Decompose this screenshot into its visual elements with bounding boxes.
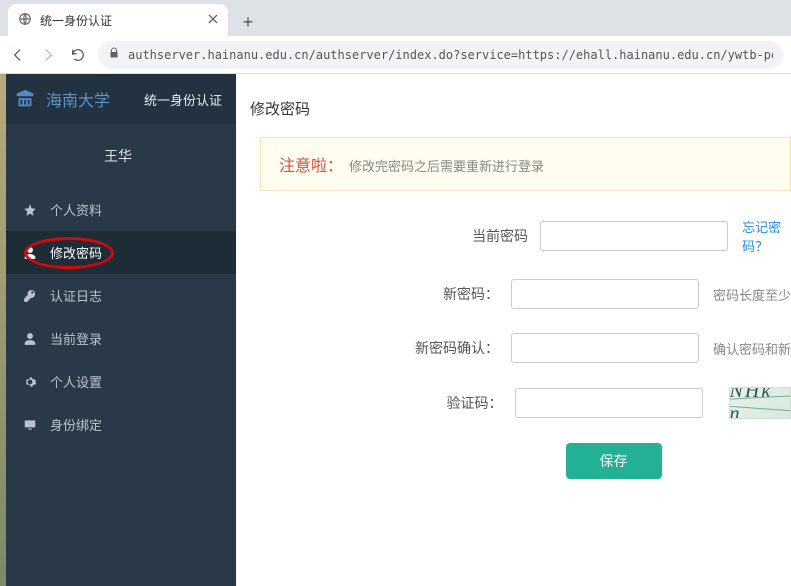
save-button[interactable]: 保存 xyxy=(566,443,662,479)
university-name: 海南大学 xyxy=(46,87,110,111)
monitor-icon xyxy=(22,417,38,433)
sidebar-menu: 个人资料 修改密码 认证日志 当前登录 个人设置 xyxy=(0,188,236,446)
sidebar-item-label: 身份绑定 xyxy=(50,415,102,434)
captcha-image[interactable]: NHk n xyxy=(729,387,791,419)
decorative-strip xyxy=(0,74,6,586)
notice-body: 修改完密码之后需要重新进行登录 xyxy=(349,156,544,175)
label-confirm-password: 新密码确认： xyxy=(236,338,511,358)
brand-bar: 海南大学 统一身份认证 xyxy=(0,74,236,124)
system-name: 统一身份认证 xyxy=(144,90,222,109)
sidebar-item-label: 当前登录 xyxy=(50,329,102,348)
url-input[interactable] xyxy=(128,48,773,62)
sidebar-item-label: 个人资料 xyxy=(50,200,102,219)
captcha-input[interactable] xyxy=(515,388,703,418)
label-current-password: 当前密码 xyxy=(236,226,540,246)
label-captcha: 验证码： xyxy=(236,393,515,413)
sidebar-item-profile[interactable]: 个人资料 xyxy=(0,188,236,231)
key-icon xyxy=(22,288,38,304)
new-password-input[interactable] xyxy=(511,279,699,309)
globe-icon xyxy=(18,12,32,29)
browser-tab-bar: 统一身份认证 + xyxy=(0,0,791,36)
sidebar-item-binding[interactable]: 身份绑定 xyxy=(0,403,236,446)
sidebar: 海南大学 统一身份认证 王华 个人资料 修改密码 认证日志 xyxy=(0,74,236,586)
current-password-input[interactable] xyxy=(540,221,728,251)
notice-box: 注意啦： 修改完密码之后需要重新进行登录 xyxy=(260,137,791,191)
browser-nav-bar xyxy=(0,36,791,74)
confirm-password-hint: 确认密码和新 xyxy=(713,339,791,358)
university-logo-icon xyxy=(14,88,36,110)
current-user-name: 王华 xyxy=(0,124,236,188)
sidebar-item-settings[interactable]: 个人设置 xyxy=(0,360,236,403)
user-solid-icon xyxy=(22,331,38,347)
main-content: 修改密码 注意啦： 修改完密码之后需要重新进行登录 当前密码 忘记密码？ 新密码… xyxy=(236,74,791,586)
sidebar-item-label: 修改密码 xyxy=(50,243,102,262)
notice-title: 注意啦： xyxy=(279,152,343,176)
sidebar-item-label: 个人设置 xyxy=(50,372,102,391)
new-tab-button[interactable]: + xyxy=(234,8,262,36)
gear-icon xyxy=(22,374,38,390)
reload-button[interactable] xyxy=(68,45,88,65)
forward-button[interactable] xyxy=(38,45,58,65)
page-title: 修改密码 xyxy=(236,98,791,137)
sidebar-item-auth-log[interactable]: 认证日志 xyxy=(0,274,236,317)
confirm-password-input[interactable] xyxy=(511,333,699,363)
address-bar[interactable] xyxy=(98,41,783,69)
label-new-password: 新密码： xyxy=(236,284,511,304)
lock-icon xyxy=(108,47,120,62)
new-password-hint: 密码长度至少 xyxy=(713,285,791,304)
star-icon xyxy=(22,202,38,218)
back-button[interactable] xyxy=(8,45,28,65)
sidebar-item-change-password[interactable]: 修改密码 xyxy=(0,231,236,274)
close-icon[interactable] xyxy=(208,13,218,27)
forgot-password-link[interactable]: 忘记密码？ xyxy=(742,217,791,255)
password-form: 当前密码 忘记密码？ 新密码： 密码长度至少 新密码确认： 确认密码和新 验证码… xyxy=(236,217,791,479)
user-icon xyxy=(22,245,38,261)
sidebar-item-label: 认证日志 xyxy=(50,286,102,305)
browser-tab[interactable]: 统一身份认证 xyxy=(8,4,228,36)
sidebar-item-current-login[interactable]: 当前登录 xyxy=(0,317,236,360)
tab-title: 统一身份认证 xyxy=(40,12,200,29)
